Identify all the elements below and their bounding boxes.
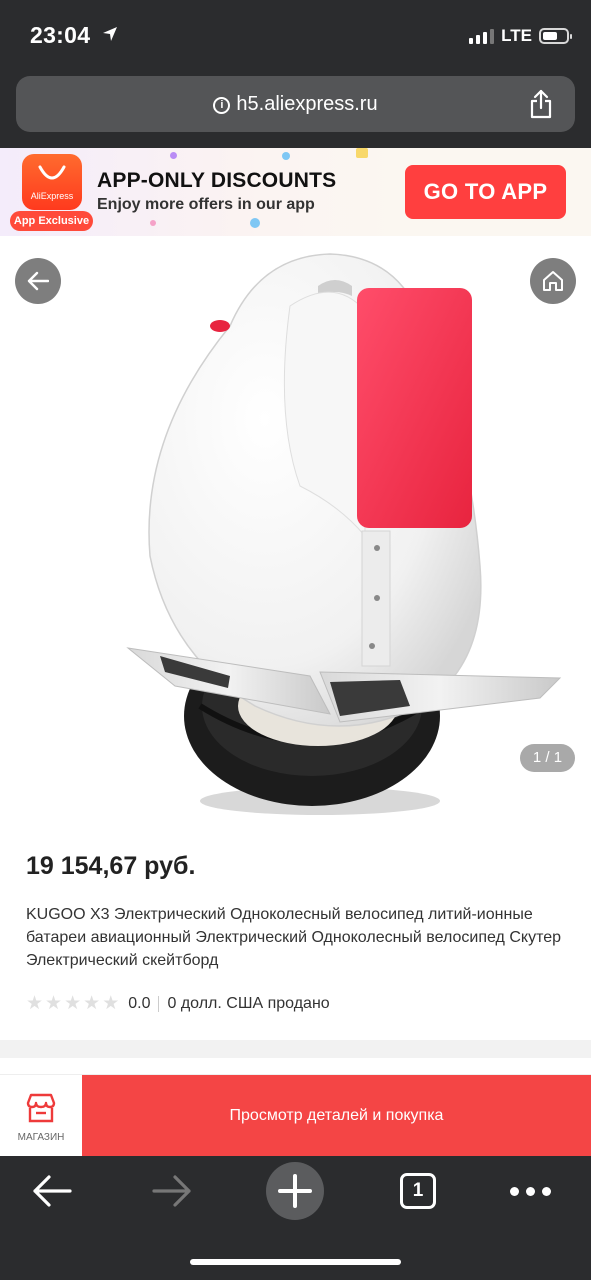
star-icon: ★ [102,993,120,1014]
app-promo-banner[interactable]: AliExpress App Exclusive APP-ONLY DISCOU… [0,148,591,236]
product-image-gallery[interactable]: 1 / 1 [0,236,591,836]
rating-row[interactable]: ★ ★ ★ ★ ★ 0.0 0 долл. США продано [26,993,330,1015]
battery-icon [539,28,572,44]
aliexpress-logo: AliExpress [22,154,82,210]
browser-back-button[interactable] [22,1156,82,1226]
promo-title: APP-ONLY DISCOUNTS [97,169,337,192]
store-label: МАГАЗИН [17,1132,65,1143]
home-icon [543,271,563,291]
back-button[interactable] [15,258,61,304]
plus-icon [278,1174,312,1208]
logo-text: AliExpress [30,191,74,201]
info-icon[interactable]: i [213,97,231,114]
divider [158,996,160,1012]
star-icon: ★ [83,993,101,1014]
store-button[interactable]: МАГАЗИН [0,1075,82,1157]
browser-address-area: i h5.aliexpress.ru [0,72,591,148]
app-exclusive-badge: App Exclusive [10,211,93,231]
product-title: KUGOO X3 Электрический Одноколесный вело… [26,906,562,969]
url-text[interactable]: h5.aliexpress.ru [236,93,377,115]
star-icon: ★ [45,993,63,1014]
address-bar[interactable]: i h5.aliexpress.ru [16,76,575,132]
go-to-app-button[interactable]: GO TO APP [405,165,566,219]
tabs-count: 1 [400,1173,436,1209]
more-button[interactable] [502,1156,558,1226]
bottom-action-bar: МАГАЗИН Просмотр деталей и покупка [0,1074,591,1157]
store-icon [26,1093,56,1123]
more-icon [509,1186,551,1196]
tabs-button[interactable]: 1 [392,1156,444,1226]
section-divider [0,1040,591,1058]
status-time: 23:04 [30,22,91,48]
home-indicator [190,1259,401,1265]
back-arrow-icon [33,1175,72,1207]
status-bar: 23:04 LTE [0,0,591,72]
forward-arrow-icon [152,1175,191,1207]
signal-icon [469,28,495,44]
back-arrow-icon [27,271,49,291]
browser-forward-button[interactable] [142,1156,202,1226]
sold-count: 0 долл. США продано [167,995,330,1012]
view-details-and-buy-button[interactable]: Просмотр деталей и покупка [82,1075,591,1157]
star-icon: ★ [64,993,82,1014]
star-icon: ★ [26,993,44,1014]
promo-subtitle: Enjoy more offers in our app [97,196,315,213]
share-icon[interactable] [529,89,553,119]
new-tab-button[interactable] [266,1156,324,1226]
location-arrow-icon [103,27,117,41]
rating-value: 0.0 [128,995,151,1012]
image-counter: 1 / 1 [520,744,575,772]
product-image [126,253,562,815]
home-button[interactable] [530,258,576,304]
rating-stars: ★ ★ ★ ★ ★ [26,993,119,1015]
product-price: 19 154,67 руб. [26,852,196,880]
shopping-bag-icon [38,165,66,180]
network-label: LTE [501,26,532,45]
